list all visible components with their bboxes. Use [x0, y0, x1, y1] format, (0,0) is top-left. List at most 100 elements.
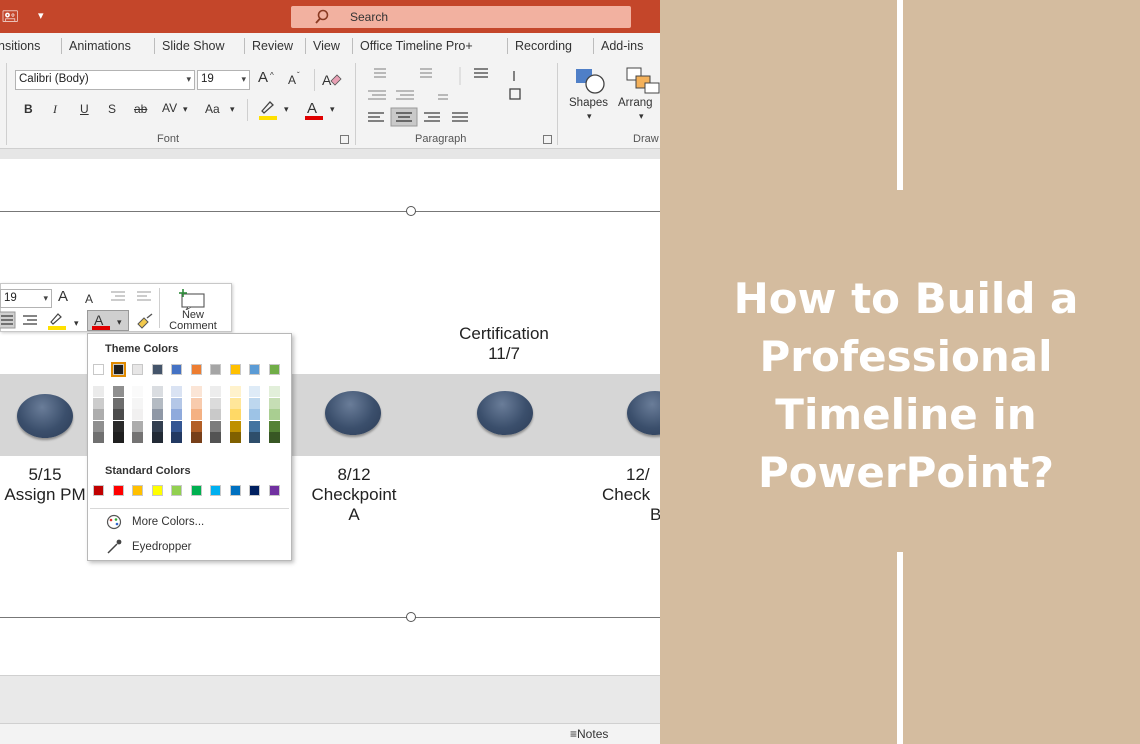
- standard-color-swatch[interactable]: [210, 485, 221, 496]
- milestone-marker[interactable]: [477, 391, 533, 435]
- highlighter-icon[interactable]: [46, 311, 70, 331]
- theme-shade-swatch[interactable]: [229, 397, 241, 409]
- tab-animations[interactable]: Animations: [69, 39, 131, 53]
- theme-shade-swatch[interactable]: [268, 420, 280, 432]
- change-case-button[interactable]: Aa: [205, 102, 220, 116]
- grow-font-button[interactable]: A: [58, 289, 68, 304]
- tab-review[interactable]: Review: [252, 39, 293, 53]
- theme-color-swatch[interactable]: [268, 364, 280, 375]
- shrink-font-button[interactable]: A: [85, 292, 93, 306]
- text-shadow-button[interactable]: S: [108, 102, 116, 116]
- theme-shade-swatch[interactable]: [151, 386, 163, 397]
- tab-slide-show[interactable]: Slide Show: [162, 39, 225, 53]
- milestone-marker[interactable]: [627, 391, 660, 435]
- standard-color-swatch[interactable]: [132, 485, 143, 496]
- standard-color-swatch[interactable]: [190, 485, 202, 496]
- tab-recording[interactable]: Recording: [515, 39, 572, 53]
- theme-color-swatch[interactable]: [249, 364, 260, 375]
- theme-shade-swatch[interactable]: [132, 420, 143, 432]
- milestone-marker[interactable]: [325, 391, 381, 435]
- theme-shade-swatch[interactable]: [229, 432, 241, 443]
- theme-shade-swatch[interactable]: [229, 409, 241, 420]
- font-color-icon[interactable]: A: [302, 97, 326, 121]
- standard-color-swatch[interactable]: [151, 485, 163, 496]
- powerpoint-app-icon[interactable]: 🖭: [2, 8, 18, 24]
- standard-color-swatch[interactable]: [249, 485, 260, 496]
- resize-handle[interactable]: [406, 206, 416, 216]
- theme-color-swatch[interactable]: [151, 364, 163, 375]
- tab-transitions[interactable]: nsitions: [0, 39, 40, 53]
- font-dialog-launcher-icon[interactable]: [340, 135, 349, 144]
- theme-shade-swatch[interactable]: [268, 386, 280, 397]
- eyedropper-menu-item[interactable]: Eyedropper: [132, 540, 191, 554]
- theme-shade-swatch[interactable]: [132, 432, 143, 443]
- standard-color-swatch[interactable]: [229, 485, 241, 496]
- highlighter-icon[interactable]: [256, 97, 280, 121]
- font-name-select[interactable]: Calibri (Body) ▾: [15, 70, 195, 90]
- mini-align-icons[interactable]: [0, 311, 43, 329]
- theme-shade-swatch[interactable]: [210, 397, 221, 409]
- theme-shade-swatch[interactable]: [93, 386, 104, 397]
- theme-color-swatch[interactable]: [110, 362, 126, 377]
- theme-shade-swatch[interactable]: [229, 386, 241, 397]
- theme-shade-swatch[interactable]: [151, 397, 163, 409]
- theme-shade-swatch[interactable]: [151, 420, 163, 432]
- font-size-select[interactable]: 19 ▾: [197, 70, 250, 90]
- theme-shade-swatch[interactable]: [93, 397, 104, 409]
- tab-add-ins[interactable]: Add-ins: [601, 39, 643, 53]
- theme-shade-swatch[interactable]: [268, 409, 280, 420]
- tab-view[interactable]: View: [313, 39, 340, 53]
- theme-shade-swatch[interactable]: [112, 397, 124, 409]
- standard-color-swatch[interactable]: [171, 485, 182, 496]
- theme-shade-swatch[interactable]: [249, 432, 260, 443]
- character-spacing-button[interactable]: AV: [162, 101, 177, 115]
- theme-shade-swatch[interactable]: [190, 386, 202, 397]
- theme-shade-swatch[interactable]: [229, 420, 241, 432]
- notes-button[interactable]: ≡Notes: [570, 727, 608, 741]
- theme-shade-swatch[interactable]: [112, 409, 124, 420]
- theme-shade-swatch[interactable]: [112, 432, 124, 443]
- clear-formatting-icon[interactable]: A: [320, 71, 342, 89]
- theme-shade-swatch[interactable]: [132, 386, 143, 397]
- theme-color-swatch[interactable]: [210, 364, 221, 375]
- theme-shade-swatch[interactable]: [210, 432, 221, 443]
- horizontal-scroll-area[interactable]: [0, 675, 660, 723]
- theme-shade-swatch[interactable]: [268, 432, 280, 443]
- standard-color-swatch[interactable]: [93, 485, 104, 496]
- grow-font-button[interactable]: A: [258, 70, 268, 85]
- shrink-font-button[interactable]: A: [288, 73, 296, 87]
- search-box[interactable]: Search: [291, 6, 631, 28]
- theme-color-swatch[interactable]: [190, 364, 202, 375]
- theme-shade-swatch[interactable]: [132, 409, 143, 420]
- theme-shade-swatch[interactable]: [249, 409, 260, 420]
- theme-shade-swatch[interactable]: [171, 397, 182, 409]
- resize-handle[interactable]: [406, 612, 416, 622]
- bold-button[interactable]: B: [24, 102, 33, 116]
- mini-font-size-select[interactable]: 19 ▾: [0, 289, 52, 308]
- paragraph-dialog-launcher-icon[interactable]: [543, 135, 552, 144]
- theme-shade-swatch[interactable]: [93, 432, 104, 443]
- arrange-button[interactable]: Arrang: [618, 96, 653, 110]
- theme-shade-swatch[interactable]: [249, 386, 260, 397]
- theme-color-swatch[interactable]: [229, 364, 241, 375]
- more-colors-menu-item[interactable]: More Colors...: [132, 515, 204, 529]
- theme-shade-swatch[interactable]: [249, 420, 260, 432]
- tab-office-timeline[interactable]: Office Timeline Pro+: [360, 39, 473, 53]
- milestone-marker[interactable]: [17, 394, 73, 438]
- theme-shade-swatch[interactable]: [210, 409, 221, 420]
- theme-shade-swatch[interactable]: [210, 420, 221, 432]
- theme-shade-swatch[interactable]: [268, 397, 280, 409]
- theme-color-swatch[interactable]: [132, 364, 143, 375]
- theme-shade-swatch[interactable]: [132, 397, 143, 409]
- underline-button[interactable]: U: [80, 102, 89, 116]
- theme-color-swatch[interactable]: [171, 364, 182, 375]
- theme-shade-swatch[interactable]: [171, 420, 182, 432]
- new-comment-button[interactable]: New Comment: [161, 310, 225, 332]
- theme-shade-swatch[interactable]: [112, 386, 124, 397]
- shapes-button[interactable]: Shapes: [569, 96, 608, 110]
- quick-access-dropdown-icon[interactable]: ▾: [38, 8, 44, 24]
- font-color-button[interactable]: A ▾: [87, 310, 129, 331]
- standard-color-swatch[interactable]: [112, 485, 124, 496]
- standard-color-swatch[interactable]: [268, 485, 280, 496]
- theme-shade-swatch[interactable]: [151, 432, 163, 443]
